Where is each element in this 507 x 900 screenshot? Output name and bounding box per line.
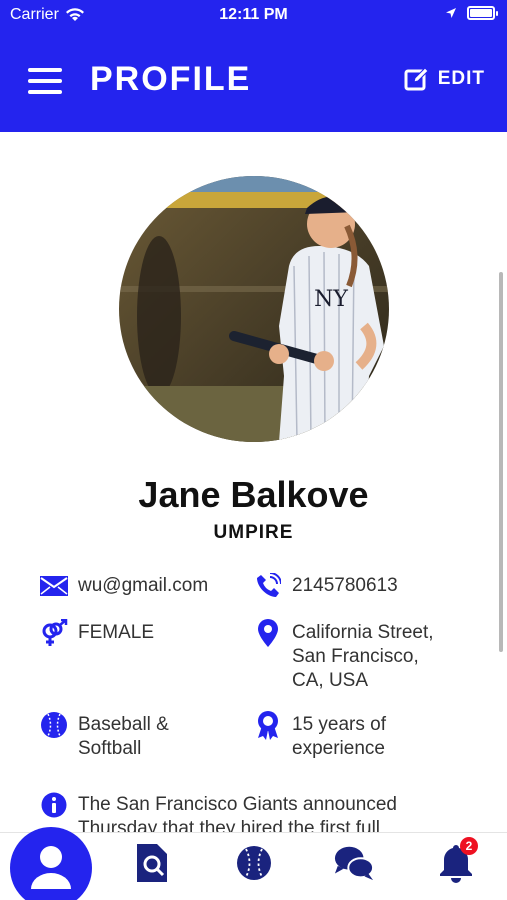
bio-row: The San Francisco Giants announced Thurs… (40, 792, 397, 832)
app-header: Carrier 12:11 PM PROFILE EDIT (0, 0, 507, 132)
gender-text: FEMALE (78, 622, 155, 643)
address-line: San Francisco, (292, 646, 419, 667)
address-row: California Street, San Francisco, CA, US… (254, 619, 434, 693)
svg-text:NY: NY (314, 287, 348, 312)
bio-line: Thursday that they hired the first full (78, 818, 381, 832)
award-ribbon-icon (254, 711, 282, 740)
nav-profile-button[interactable] (10, 827, 92, 900)
nav-notifications-button[interactable]: 2 (436, 837, 478, 883)
phone-text[interactable]: 2145780613 (292, 574, 398, 598)
battery-icon (467, 6, 498, 20)
address-line: California Street, (292, 622, 434, 643)
profile-name: Jane Balkove (138, 474, 369, 515)
menu-button[interactable] (28, 68, 62, 94)
envelope-icon (40, 574, 68, 598)
baseball-icon (40, 712, 68, 738)
status-time: 12:11 PM (219, 6, 288, 23)
nav-search-button[interactable] (132, 843, 172, 883)
baseball-icon (237, 846, 271, 880)
user-icon (31, 846, 71, 889)
profile-content[interactable]: NY Jane Balkove UMPIRE wu@gmail.com 2145… (0, 132, 507, 832)
sport-line: Softball (78, 738, 142, 759)
info-icon (40, 792, 68, 818)
profile-role: UMPIRE (213, 522, 294, 543)
bio-line: The San Francisco Giants announced (78, 794, 397, 815)
sport-line: Baseball & (78, 714, 169, 735)
status-bar: Carrier 12:11 PM (0, 0, 507, 30)
phone-icon (254, 573, 282, 598)
gender-icon (40, 619, 68, 646)
location-arrow-icon (446, 8, 456, 18)
chat-icon (334, 846, 374, 881)
experience-line: 15 years of (292, 714, 386, 735)
email-row: wu@gmail.com (40, 574, 208, 598)
phone-row: 2145780613 (254, 573, 398, 598)
page-title: PROFILE (90, 60, 252, 98)
experience-line: experience (292, 738, 385, 759)
edit-button[interactable]: EDIT (404, 66, 485, 92)
gender-row: FEMALE (40, 619, 155, 646)
nav-sports-button[interactable] (234, 843, 274, 883)
sport-row: Baseball & Softball (40, 712, 169, 761)
edit-label: EDIT (437, 68, 485, 89)
notification-badge: 2 (460, 837, 478, 855)
address-line: CA, USA (292, 670, 369, 691)
scrollbar[interactable] (499, 272, 503, 652)
search-document-icon (137, 844, 167, 882)
bottom-nav: 2 (0, 827, 507, 900)
map-pin-icon (254, 619, 282, 647)
experience-row: 15 years of experience (254, 711, 386, 761)
profile-photo: NY (119, 176, 389, 442)
nav-chat-button[interactable] (334, 843, 374, 883)
edit-icon (404, 67, 429, 91)
email-text[interactable]: wu@gmail.com (78, 574, 208, 598)
